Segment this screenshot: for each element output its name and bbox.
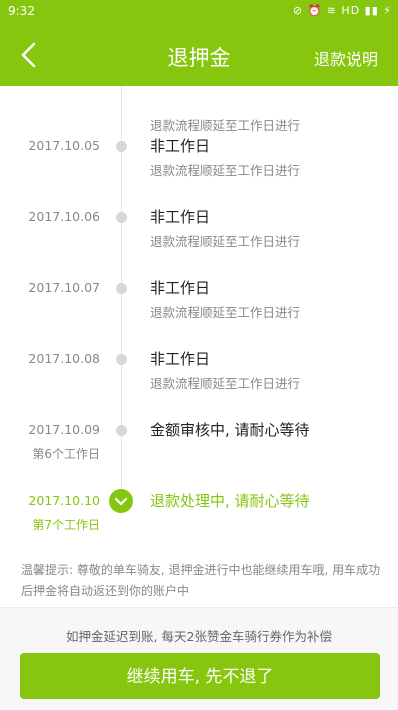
timeline-desc: 退款流程顺延至工作日进行 [150, 234, 301, 249]
timeline-dot [116, 425, 127, 436]
timeline-row: 2017.10.06 非工作日 退款流程顺延至工作日进行 [0, 208, 398, 279]
timeline-dot [116, 354, 127, 365]
timeline-status: 金额审核中, 请耐心等待 [150, 421, 310, 439]
timeline-row: 2017.10.08 非工作日 退款流程顺延至工作日进行 [0, 350, 398, 421]
timeline-date: 2017.10.06 [28, 209, 100, 224]
timeline-desc: 退款流程顺延至工作日进行 [150, 305, 301, 320]
timeline-date: 2017.10.07 [28, 280, 100, 295]
timeline-dot [116, 141, 127, 152]
timeline-date: 2017.10.10 [28, 493, 100, 508]
compensation-notice: 如押金延迟到账, 每天2张赞金车骑行券作为补偿 [66, 629, 332, 644]
timeline-row: 2017.10.07 非工作日 退款流程顺延至工作日进行 [0, 279, 398, 350]
timeline-desc: 退款流程顺延至工作日进行 [150, 118, 301, 133]
timeline-status: 非工作日 [150, 350, 211, 368]
continue-riding-button[interactable]: 继续用车, 先不退了 [20, 653, 380, 699]
timeline-date: 2017.10.05 [28, 138, 100, 153]
timeline-date: 2017.10.08 [28, 351, 100, 366]
timeline-desc: 退款流程顺延至工作日进行 [150, 376, 301, 391]
timeline-status: 非工作日 [150, 137, 211, 155]
timeline-status: 非工作日 [150, 208, 211, 226]
timeline-status: 退款处理中, 请耐心等待 [150, 492, 310, 510]
current-step-icon [109, 489, 133, 513]
timeline-desc: 退款流程顺延至工作日进行 [150, 163, 301, 178]
timeline-dot [116, 283, 127, 294]
nav-bar: 退押金 退款说明 [0, 24, 398, 86]
refund-help-link[interactable]: 退款说明 [314, 46, 378, 70]
timeline-row-current: 2017.10.10 第7个工作日 退款处理中, 请耐心等待 [0, 489, 398, 563]
timeline-row: 2017.10.09 第6个工作日 金额审核中, 请耐心等待 [0, 421, 398, 492]
timeline-row: 2017.10.05 非工作日 退款流程顺延至工作日进行 [0, 137, 398, 208]
status-bar: 9:32 ⊘ ⏰ ≋ HD ▮▮ ⚡ [0, 0, 398, 24]
chevron-down-icon [114, 497, 128, 506]
status-indicators: ⊘ ⏰ ≋ HD ▮▮ ⚡ [292, 4, 392, 17]
timeline-workday: 第7个工作日 [32, 518, 100, 532]
warm-tip: 温馨提示: 尊敬的单车骑友, 退押金进行中也能继续用车哦, 用车成功后押金将自动… [21, 563, 381, 598]
bottom-panel: 如押金延迟到账, 每天2张赞金车骑行券作为补偿 继续用车, 先不退了 [0, 607, 398, 710]
status-time: 9:32 [8, 4, 35, 18]
timeline-status: 非工作日 [150, 279, 211, 297]
refund-progress[interactable]: 退款流程顺延至工作日进行 2017.10.05 非工作日 退款流程顺延至工作日进… [0, 86, 398, 607]
timeline-dot [116, 212, 127, 223]
timeline-workday: 第6个工作日 [32, 447, 100, 461]
timeline-date: 2017.10.09 [28, 422, 100, 437]
